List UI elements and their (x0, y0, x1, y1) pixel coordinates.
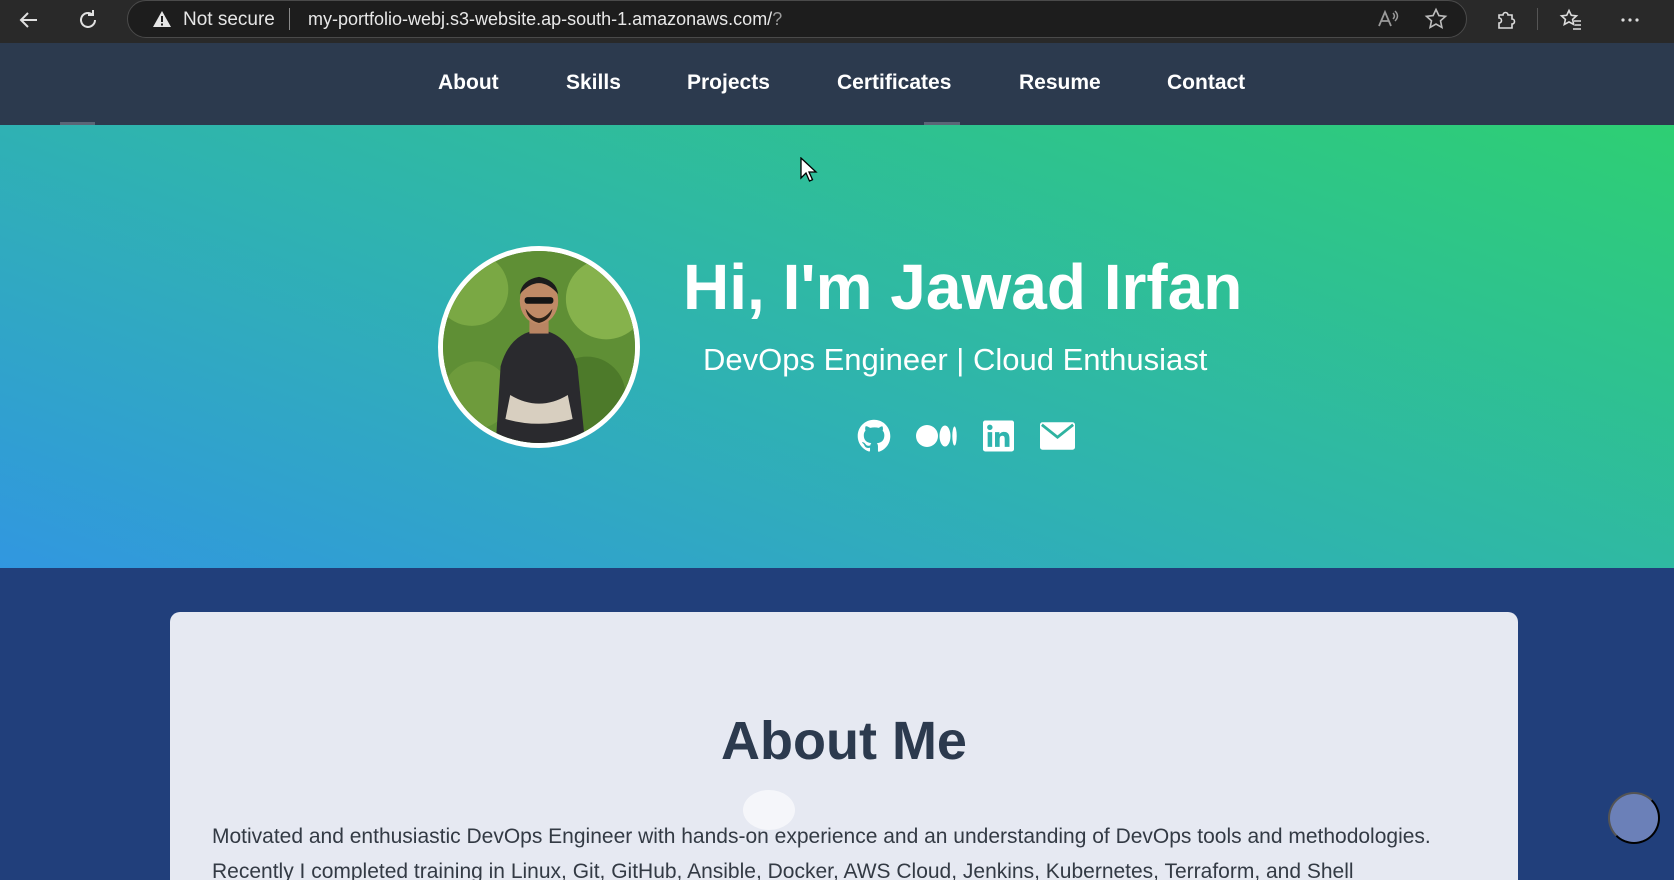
nav-projects[interactable]: Projects (687, 71, 770, 95)
nav-contact[interactable]: Contact (1167, 71, 1245, 95)
email-link[interactable] (1040, 418, 1075, 454)
medium-link[interactable] (916, 418, 958, 454)
nav-certificates[interactable]: Certificates (837, 71, 951, 95)
ellipsis-icon (1621, 18, 1639, 22)
read-aloud-icon (1378, 9, 1399, 27)
hero-subtitle: DevOps Engineer | Cloud Enthusiast (703, 342, 1208, 377)
medium-icon (916, 425, 957, 447)
puzzle-icon (1498, 11, 1516, 29)
github-link[interactable] (857, 418, 891, 454)
hero-title: Hi, I'm Jawad Irfan (683, 251, 1243, 323)
linkedin-icon (983, 420, 1014, 452)
about-section-card: About Me Motivated and enthusiastic DevO… (170, 612, 1518, 880)
github-icon (857, 419, 891, 452)
address-bar[interactable]: Not secure my-portfolio-webj.s3-website.… (127, 0, 1467, 38)
email-icon (1040, 422, 1075, 450)
profile-portrait-image (443, 251, 635, 443)
extensions-button[interactable] (1486, 2, 1526, 38)
security-status[interactable]: Not secure (183, 9, 275, 31)
nav-resume[interactable]: Resume (1019, 71, 1101, 95)
read-aloud-button[interactable] (1368, 1, 1408, 37)
nav-about[interactable]: About (438, 71, 499, 95)
mouse-cursor-icon (800, 157, 818, 182)
back-arrow-icon (19, 12, 37, 28)
favorites-button[interactable] (1551, 2, 1591, 38)
hero-section: Hi, I'm Jawad Irfan DevOps Engineer | Cl… (0, 125, 1674, 568)
linkedin-link[interactable] (983, 418, 1014, 454)
about-description: Motivated and enthusiastic DevOps Engine… (212, 825, 1431, 880)
about-heading: About Me (721, 711, 967, 771)
back-button[interactable] (9, 2, 49, 38)
site-navbar: About Skills Projects Certificates Resum… (0, 43, 1674, 125)
refresh-icon (80, 10, 96, 28)
address-divider (289, 8, 290, 30)
url-query: ? (772, 9, 783, 29)
warning-icon (153, 11, 171, 27)
url-main: my-portfolio-webj.s3-website.ap-south-1.… (308, 9, 773, 29)
toolbar-divider (1537, 8, 1538, 30)
refresh-button[interactable] (68, 2, 108, 38)
more-menu-button[interactable] (1610, 2, 1650, 38)
star-icon (1424, 7, 1448, 29)
loading-overlay-dot (743, 790, 795, 830)
url-text[interactable]: my-portfolio-webj.s3-website.ap-south-1.… (308, 9, 782, 30)
favorite-button[interactable] (1416, 1, 1456, 37)
favorites-list-icon (1559, 8, 1581, 30)
scroll-to-top-button[interactable] (1608, 792, 1660, 844)
profile-photo (438, 246, 640, 448)
browser-toolbar: Not secure my-portfolio-webj.s3-website.… (0, 0, 1674, 43)
nav-skills[interactable]: Skills (566, 71, 621, 95)
